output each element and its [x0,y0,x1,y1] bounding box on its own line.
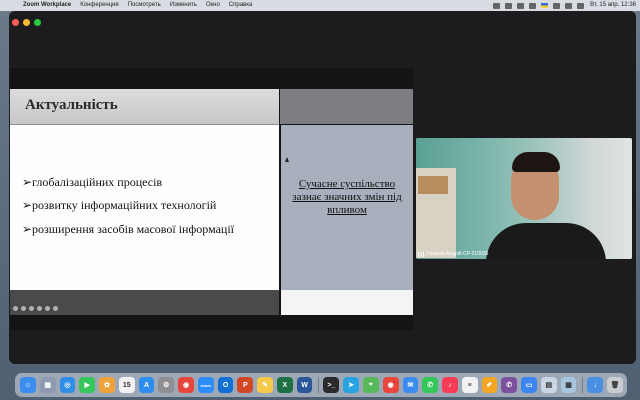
notes-icon[interactable]: ✎ [257,377,273,393]
menu-item-view[interactable]: Посмотреть [128,0,161,11]
menu-bar: Zoom Workplace Конференция Посмотреть Из… [0,0,640,11]
clock[interactable]: Вт, 15 апр. 12:36 [590,0,636,11]
slide-toolbar [13,306,61,311]
chrome-icon[interactable]: ◉ [178,377,194,393]
safari-icon[interactable]: ◎ [59,377,76,393]
slide-bullet: ➢глобалізаційних процесів [22,175,163,189]
dock: ☺ ▦ ◎ ▶ ✿ 15 A ⚙ ◉ zoom O P ✎ X W >_ ➤ ⌖ ◉ ✉ ✆ ♪ ≡ ✐ ✆ ▭ ▤ ▦ ↓ 🗑 [15,373,627,397]
files-icon[interactable]: ▦ [560,377,577,393]
appstore-icon[interactable]: A [138,377,155,393]
pointer-tool-icon[interactable] [13,306,18,311]
mouse-cursor [285,157,289,162]
participant-name: Галанін Андрій СР-210036 [427,251,489,257]
photos-icon[interactable]: ✿ [99,377,115,393]
participant-hair [512,152,560,172]
chrome2-icon[interactable]: ◉ [382,377,399,393]
music-icon[interactable]: ♪ [442,377,458,393]
slide-title-bar: Актуальність [10,89,279,126]
slide-side-text: Сучасне суспільство зазнає значних змін … [292,178,402,216]
slide-body: ➢глобалізаційних процесів ➢розвитку інфо… [10,125,279,290]
shared-screen[interactable]: Актуальність ➢глобалізаційних процесів ➢… [10,68,413,330]
keyboard-layout-icon[interactable] [541,3,549,8]
menu-app-name[interactable]: Zoom Workplace [23,0,71,11]
terminal-icon[interactable]: >_ [323,377,340,393]
finder-icon[interactable]: ☺ [20,377,36,393]
search-icon[interactable] [565,2,573,9]
highlighter-tool-icon[interactable] [29,306,34,311]
messages-icon[interactable]: ✆ [422,377,439,393]
telegram-icon[interactable]: ➤ [343,377,359,393]
fullscreen-button[interactable] [34,19,41,26]
slide-side-panel: Сучасне суспільство зазнає значних змін … [281,125,413,290]
outlook-icon[interactable]: O [217,377,234,393]
calendar-icon[interactable]: 15 [118,377,135,393]
cloud-icon[interactable] [505,2,513,9]
participant-name-label: Галанін Андрій СР-210036 [418,251,488,257]
signal-strength-icon [418,251,424,257]
wifi-icon[interactable] [553,2,561,9]
word-icon[interactable]: W [296,377,313,393]
settings-icon[interactable]: ⚙ [158,377,175,393]
trash-icon[interactable]: 🗑 [607,377,623,393]
viber-icon[interactable]: ✆ [501,377,518,393]
menu-item-edit[interactable]: Изменить [170,0,197,11]
keynote-icon[interactable]: ▭ [521,377,537,393]
pages-icon[interactable]: ✐ [481,377,498,393]
slide-bullet: ➢розширення засобів масової інформації [22,222,235,236]
slide-footer-side [281,290,413,315]
slides-tool-icon[interactable] [37,306,42,311]
mail-icon[interactable]: ✉ [402,377,419,393]
battery-icon[interactable] [529,2,537,9]
zoom-status-icon[interactable] [493,2,501,9]
zoom-window: Актуальність ➢глобалізаційних процесів ➢… [9,11,636,364]
status-area: Вт, 15 апр. 12:36 [488,0,636,11]
dock-separator [318,377,320,393]
maps-icon[interactable]: ⌖ [363,377,379,393]
menu-item-help[interactable]: Справка [229,0,253,11]
facetime-icon[interactable]: ▶ [79,377,96,393]
zoom-tool-icon[interactable] [45,306,50,311]
excel-icon[interactable]: X [276,377,293,393]
reminders-icon[interactable]: ≡ [461,377,478,393]
menu-item-conference[interactable]: Конференция [80,0,118,11]
slide-footer [10,290,279,315]
menu-item-window[interactable]: Окно [206,0,220,11]
zoom-icon[interactable]: zoom [197,377,214,393]
preview-icon[interactable]: ▤ [540,377,557,393]
minimize-button[interactable] [23,19,30,26]
audio-icon[interactable] [517,2,525,9]
powerpoint-icon[interactable]: P [237,377,254,393]
close-button[interactable] [12,19,19,26]
launchpad-icon[interactable]: ▦ [39,377,56,393]
more-tool-icon[interactable] [53,306,58,311]
video-box [418,176,448,194]
window-controls [12,19,45,26]
downloads-icon[interactable]: ↓ [587,377,604,393]
pen-tool-icon[interactable] [21,306,26,311]
slide-title: Актуальність [25,97,118,113]
control-center-icon[interactable] [577,2,585,9]
slide-bullet: ➢розвитку інформаційних технологій [22,198,217,212]
participant-video[interactable]: Галанін Андрій СР-210036 [416,138,632,259]
slide-side-header [280,89,413,124]
dock-separator [582,377,584,393]
